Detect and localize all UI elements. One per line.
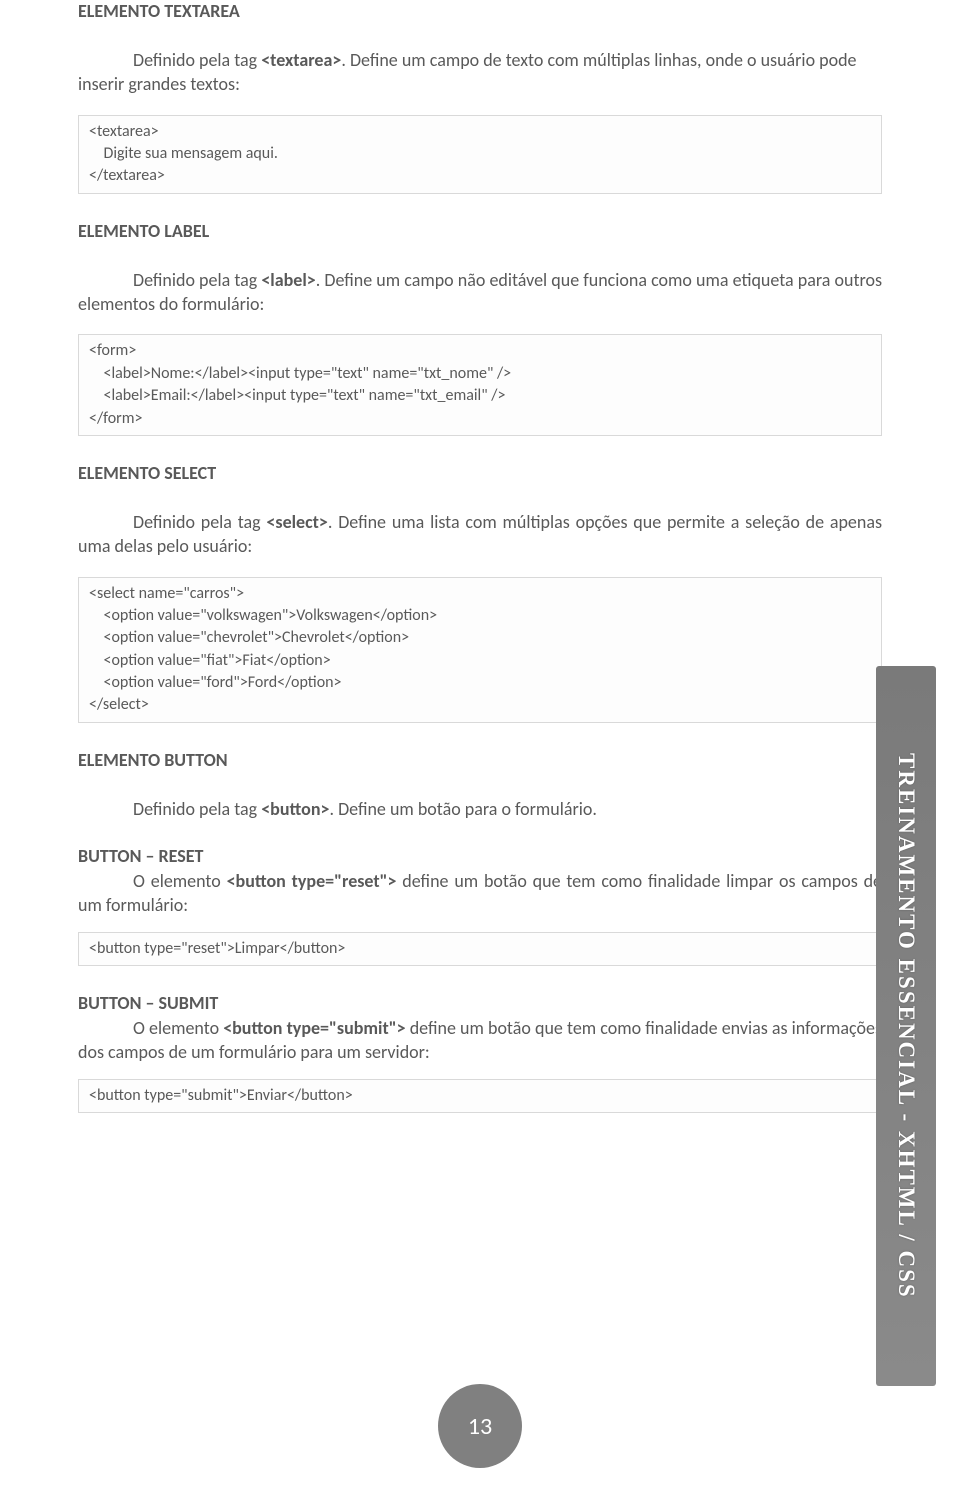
code-line: </textarea>	[89, 165, 871, 187]
text: Definido pela tag	[133, 798, 261, 820]
code-line: <form>	[89, 340, 871, 362]
code-line: </select>	[89, 694, 871, 716]
tag-bold: <textarea>	[261, 49, 341, 71]
code-line: Digite sua mensagem aqui.	[89, 143, 871, 165]
text: Definido pela tag	[133, 49, 261, 71]
heading-select: ELEMENTO SELECT	[78, 462, 882, 484]
paragraph-label: Definido pela tag <label>. Define um cam…	[78, 268, 882, 317]
text: Definido pela tag	[133, 511, 266, 533]
heading-label: ELEMENTO LABEL	[78, 220, 882, 242]
page-number: 13	[468, 1412, 492, 1441]
code-block-select: <select name="carros"> <option value="vo…	[78, 577, 882, 723]
paragraph-button-submit: O elemento <button type="submit"> define…	[78, 1016, 882, 1065]
paragraph-button: Definido pela tag <button>. Define um bo…	[78, 797, 882, 821]
tag-bold: <button type="submit">	[223, 1017, 405, 1039]
subheading-button-submit: BUTTON – SUBMIT	[78, 992, 882, 1014]
paragraph-button-reset: O elemento <button type="reset"> define …	[78, 869, 882, 918]
code-line: <textarea>	[89, 121, 871, 143]
code-line: <label>Email:</label><input type="text" …	[89, 385, 871, 407]
heading-button: ELEMENTO BUTTON	[78, 749, 882, 771]
code-block-label: <form> <label>Nome:</label><input type="…	[78, 334, 882, 436]
sidebar-text: TREINAMENTO ESSENCIAL - XHTML / CSS	[893, 753, 919, 1299]
code-line: </form>	[89, 408, 871, 430]
text: O elemento	[133, 870, 227, 892]
code-line: <option value="chevrolet">Chevrolet</opt…	[89, 627, 871, 649]
subheading-button-reset: BUTTON – RESET	[78, 845, 882, 867]
tag-bold: <button>	[261, 798, 329, 820]
document-content: ELEMENTO TEXTAREA Definido pela tag <tex…	[0, 0, 960, 1113]
paragraph-textarea: Definido pela tag <textarea>. Define um …	[78, 48, 882, 97]
text: O elemento	[133, 1017, 223, 1039]
tag-bold: <select>	[266, 511, 327, 533]
code-line: <select name="carros">	[89, 583, 871, 605]
code-block-textarea: <textarea> Digite sua mensagem aqui. </t…	[78, 115, 882, 194]
page-number-badge: 13	[438, 1384, 522, 1468]
code-line: <label>Nome:</label><input type="text" n…	[89, 363, 871, 385]
code-block-button-submit: <button type="submit">Enviar</button>	[78, 1079, 882, 1113]
code-line: <button type="reset">Limpar</button>	[89, 938, 871, 960]
paragraph-select: Definido pela tag <select>. Define uma l…	[78, 510, 882, 559]
code-line: <option value="volkswagen">Volkswagen</o…	[89, 605, 871, 627]
code-line: <button type="submit">Enviar</button>	[89, 1085, 871, 1107]
heading-textarea: ELEMENTO TEXTAREA	[78, 0, 882, 22]
tag-bold: <button type="reset">	[227, 870, 397, 892]
sidebar-banner: TREINAMENTO ESSENCIAL - XHTML / CSS	[876, 666, 936, 1386]
tag-bold: <label>	[261, 269, 315, 291]
code-line: <option value="fiat">Fiat</option>	[89, 650, 871, 672]
text: . Define um botão para o formulário.	[329, 798, 597, 820]
text: Definido pela tag	[133, 269, 261, 291]
code-block-button-reset: <button type="reset">Limpar</button>	[78, 932, 882, 966]
code-line: <option value="ford">Ford</option>	[89, 672, 871, 694]
